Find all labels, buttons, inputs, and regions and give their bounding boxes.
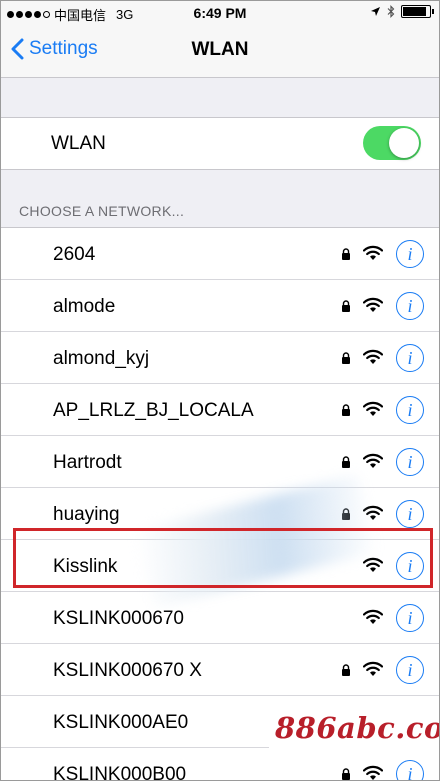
lock-icon — [341, 507, 351, 520]
network-name: KSLINK000670 — [53, 608, 184, 629]
wifi-signal-icon — [362, 557, 384, 573]
network-name: KSLINK000670 X — [53, 660, 202, 681]
lock-icon — [341, 299, 351, 312]
lock-icon — [341, 663, 351, 676]
navigation-bar: Settings WLAN — [1, 25, 439, 78]
info-icon[interactable]: i — [396, 552, 424, 580]
network-row[interactable]: Hartrodt i — [1, 436, 439, 488]
network-row[interactable]: KSLINK000670 i — [1, 592, 439, 644]
info-icon[interactable]: i — [396, 656, 424, 684]
network-row[interactable]: huaying i — [1, 488, 439, 540]
wifi-signal-icon — [362, 765, 384, 780]
info-icon[interactable]: i — [396, 760, 424, 780]
wlan-toggle[interactable] — [363, 126, 421, 160]
wlan-toggle-row: WLAN — [1, 117, 439, 170]
battery-level — [403, 7, 427, 16]
lock-icon — [341, 767, 351, 780]
status-right — [370, 5, 434, 18]
info-icon[interactable]: i — [396, 344, 424, 372]
battery-icon — [401, 5, 434, 18]
screen: 中国电信 3G 6:49 PM Settings WLAN WLAN CHOOS… — [0, 0, 440, 781]
network-name: Kisslink — [53, 556, 118, 577]
network-row[interactable]: Kisslink i — [1, 540, 439, 592]
section-header: CHOOSE A NETWORK... — [19, 203, 185, 219]
network-name: AP_LRLZ_BJ_LOCALA — [53, 400, 254, 421]
network-row[interactable]: 2604 i — [1, 228, 439, 280]
network-row[interactable]: AP_LRLZ_BJ_LOCALA i — [1, 384, 439, 436]
info-icon[interactable]: i — [396, 604, 424, 632]
info-icon[interactable]: i — [396, 240, 424, 268]
wifi-signal-icon — [362, 453, 384, 469]
network-name: Hartrodt — [53, 452, 122, 473]
wifi-signal-icon — [362, 245, 384, 261]
wifi-signal-icon — [362, 505, 384, 521]
wifi-signal-icon — [362, 349, 384, 365]
watermark: 886abc.com — [269, 701, 439, 757]
network-name: 2604 — [53, 244, 96, 265]
network-row[interactable]: almode i — [1, 280, 439, 332]
network-name: almode — [53, 296, 116, 317]
wifi-signal-icon — [362, 661, 384, 677]
lock-icon — [341, 455, 351, 468]
lock-icon — [341, 403, 351, 416]
watermark-text: 886abc.com — [275, 711, 439, 745]
wifi-signal-icon — [362, 401, 384, 417]
info-icon[interactable]: i — [396, 448, 424, 476]
wifi-signal-icon — [362, 609, 384, 625]
location-arrow-icon — [371, 7, 380, 16]
network-name: KSLINK000AE0 — [53, 712, 189, 733]
status-bar: 中国电信 3G 6:49 PM — [1, 1, 439, 25]
bluetooth-icon — [387, 5, 395, 18]
network-row[interactable]: KSLINK000670 X i — [1, 644, 439, 696]
toggle-knob — [389, 128, 419, 158]
wlan-label: WLAN — [51, 133, 106, 154]
network-name: huaying — [53, 504, 120, 525]
info-icon[interactable]: i — [396, 396, 424, 424]
network-row[interactable]: almond_kyj i — [1, 332, 439, 384]
network-name: almond_kyj — [53, 348, 150, 369]
wifi-signal-icon — [362, 297, 384, 313]
info-icon[interactable]: i — [396, 292, 424, 320]
network-name: KSLINK000B00 — [53, 764, 187, 781]
lock-icon — [341, 247, 351, 260]
page-title: WLAN — [191, 39, 249, 60]
info-icon[interactable]: i — [396, 500, 424, 528]
lock-icon — [341, 351, 351, 364]
network-list: 2604 i almode i almond_kyj i AP_LRLZ_BJ_LOCALA… — [1, 227, 439, 781]
